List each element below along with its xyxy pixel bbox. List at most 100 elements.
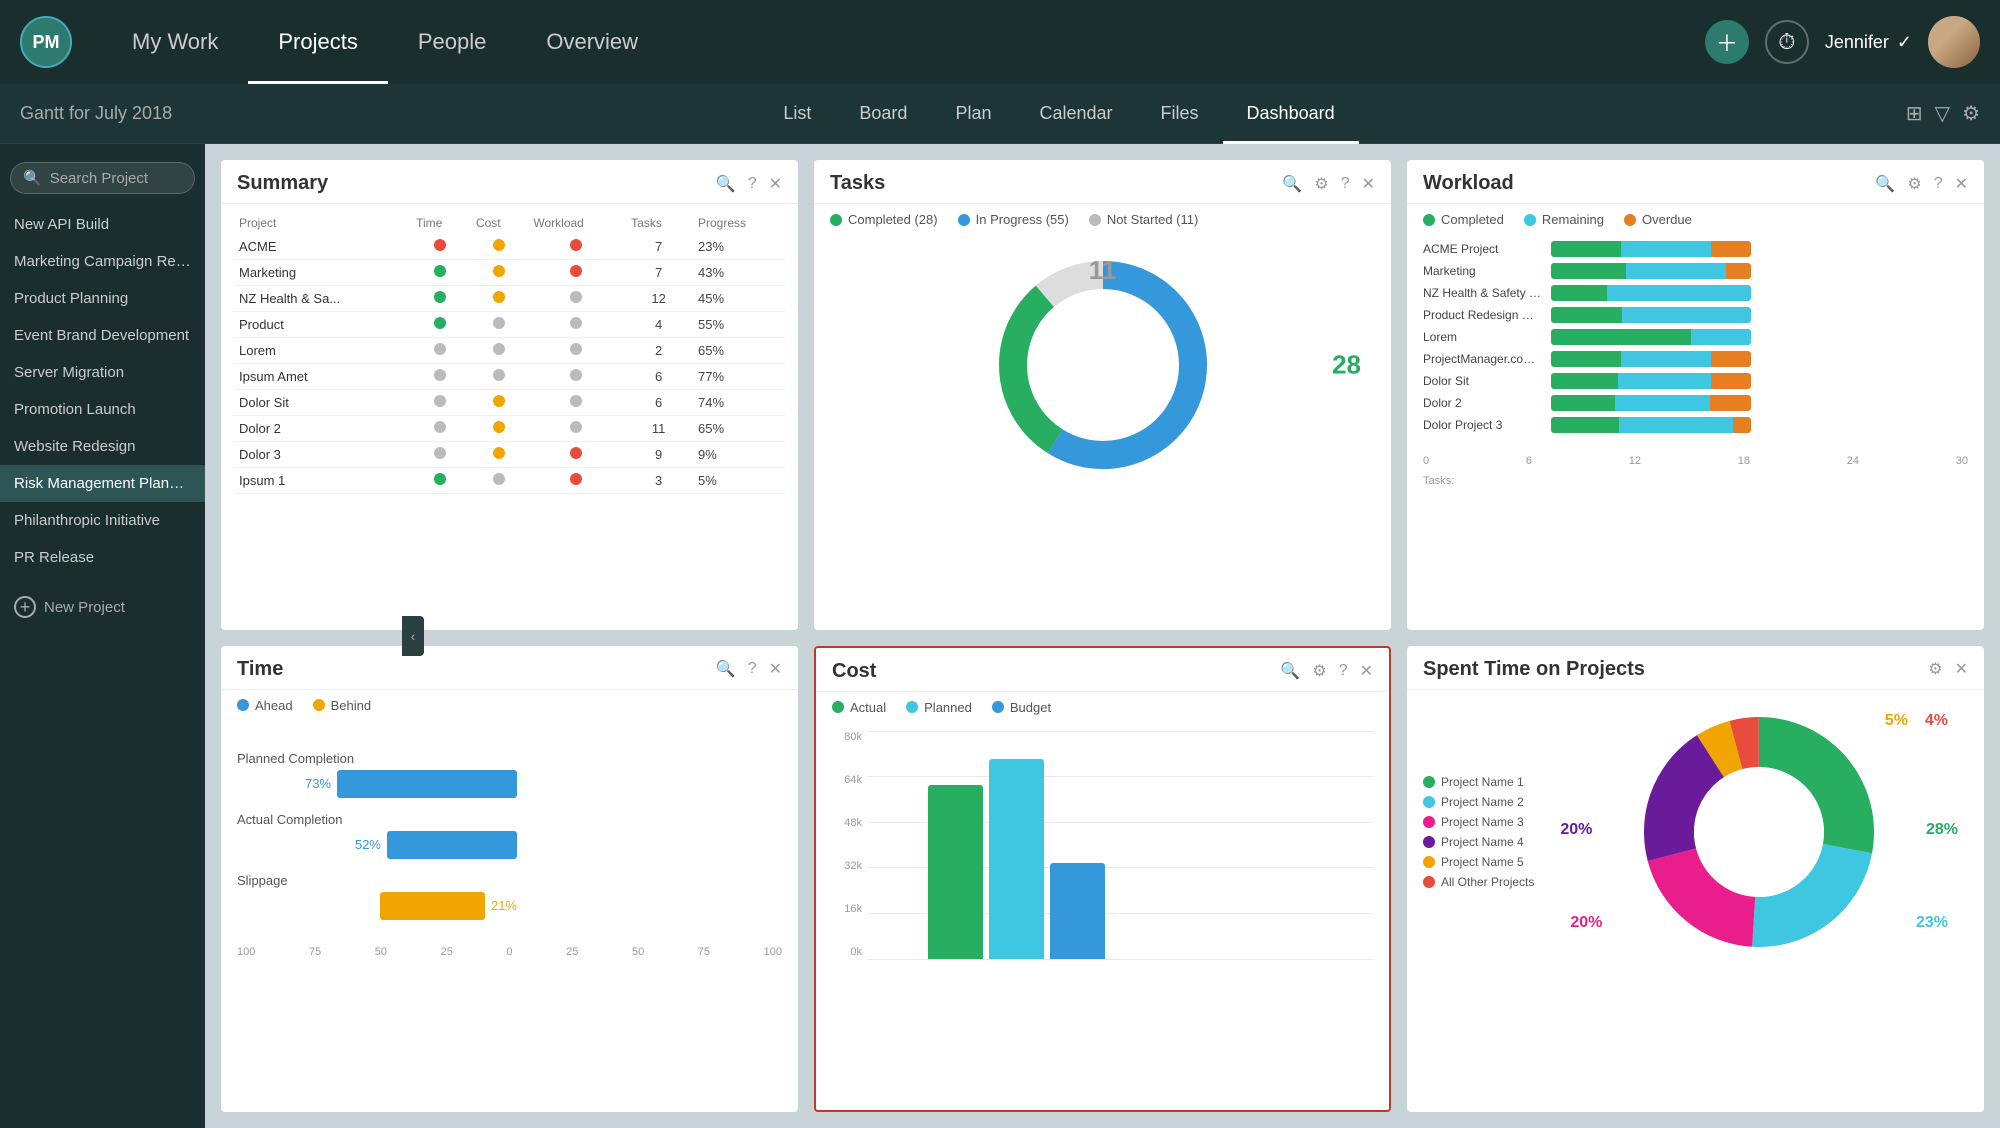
time-help-icon[interactable]: ? (748, 660, 757, 678)
cost-settings-icon[interactable]: ⚙ (1312, 661, 1326, 681)
col-cost: Cost (470, 212, 527, 234)
workload-x-axis: 0612182430 (1407, 451, 1984, 471)
summary-help-icon[interactable]: ? (748, 175, 757, 193)
sidebar-item-new-api[interactable]: New API Build (0, 206, 205, 243)
spent-settings-icon[interactable]: ⚙ (1928, 659, 1942, 679)
time-row-planned: Planned Completion 73% (237, 751, 782, 798)
tasks-settings-icon[interactable]: ⚙ (1314, 174, 1328, 194)
summary-close-icon[interactable]: ✕ (769, 174, 782, 194)
workload-row: Marketing (1423, 263, 1968, 279)
dashboard-content: Summary 🔍 ? ✕ Project Time Cost Workload… (205, 144, 2000, 1128)
sidebar-item-pr-release[interactable]: PR Release (0, 539, 205, 576)
cost-close-icon[interactable]: ✕ (1360, 661, 1373, 681)
nav-projects[interactable]: Projects (248, 0, 387, 84)
pct-5: 5% (1885, 712, 1908, 730)
workload-search-icon[interactable]: 🔍 (1875, 174, 1895, 194)
sidebar-item-product-planning[interactable]: Product Planning (0, 280, 205, 317)
table-row: Product 4 55% (233, 312, 786, 338)
spent-close-icon[interactable]: ✕ (1955, 659, 1968, 679)
summary-search-icon[interactable]: 🔍 (716, 174, 736, 194)
sidebar-item-event-brand[interactable]: Event Brand Development (0, 317, 205, 354)
pct-20-purple: 20% (1560, 821, 1592, 839)
table-row: ACME 7 23% (233, 234, 786, 260)
table-row: Ipsum 1 3 5% (233, 468, 786, 494)
grid-icon[interactable]: ⊞ (1906, 101, 1923, 126)
cost-legend: Actual Planned Budget (816, 692, 1389, 723)
nav-right: ＋ ⏱ Jennifer ✓ (1705, 16, 1980, 68)
sidebar-item-philanthropic[interactable]: Philanthropic Initiative (0, 502, 205, 539)
add-button[interactable]: ＋ (1705, 20, 1749, 64)
workload-row: Dolor 2 (1423, 395, 1968, 411)
nav-links: My Work Projects People Overview (102, 0, 668, 84)
tasks-legend: Completed (28) In Progress (55) Not Star… (814, 204, 1391, 235)
spl-5-dot (1423, 856, 1435, 868)
spent-time-header: Spent Time on Projects ⚙ ✕ (1407, 646, 1984, 690)
col-tasks: Tasks (625, 212, 692, 234)
workload-help-icon[interactable]: ? (1934, 175, 1943, 193)
not-started-count: 11 (1089, 255, 1117, 286)
sidebar-item-server-migration[interactable]: Server Migration (0, 354, 205, 391)
nav-my-work[interactable]: My Work (102, 0, 248, 84)
donut-inner (1694, 767, 1824, 897)
cost-chart: 80k64k48k32k16k0k (816, 723, 1389, 983)
tab-dashboard[interactable]: Dashboard (1223, 84, 1359, 144)
main-layout: 🔍 Search Project New API Build Marketing… (0, 144, 2000, 1128)
sub-nav-right: ⊞ ▽ ⚙ (1906, 101, 1980, 126)
in-progress-count: 55 (1088, 444, 1117, 475)
tab-calendar[interactable]: Calendar (1015, 84, 1136, 144)
settings-icon[interactable]: ⚙ (1962, 101, 1980, 126)
workload-row: ProjectManager.com ... (1423, 351, 1968, 367)
workload-close-icon[interactable]: ✕ (1955, 174, 1968, 194)
pct-28: 28% (1926, 821, 1958, 839)
sidebar-item-promotion-launch[interactable]: Promotion Launch (0, 391, 205, 428)
cost-bars (928, 759, 1105, 959)
time-row-actual: Actual Completion 52% (237, 812, 782, 859)
spl-4-dot (1423, 836, 1435, 848)
sub-nav-links: List Board Plan Calendar Files Dashboard (759, 84, 1358, 144)
search-project-input[interactable]: 🔍 Search Project (10, 162, 195, 194)
tasks-close-icon[interactable]: ✕ (1362, 174, 1375, 194)
new-project-button[interactable]: + New Project (0, 584, 205, 630)
spl-3-dot (1423, 816, 1435, 828)
sidebar-item-risk-management[interactable]: Risk Management Planning (0, 465, 205, 502)
tasks-search-icon[interactable]: 🔍 (1282, 174, 1302, 194)
sidebar-item-marketing-campaign[interactable]: Marketing Campaign Release (0, 243, 205, 280)
tab-board[interactable]: Board (835, 84, 931, 144)
sidebar-collapse-button[interactable]: ‹ (402, 616, 424, 656)
time-close-icon[interactable]: ✕ (769, 659, 782, 679)
cost-actual-bar (928, 785, 983, 959)
cost-search-icon[interactable]: 🔍 (1280, 661, 1300, 681)
nav-overview[interactable]: Overview (516, 0, 668, 84)
col-project: Project (233, 212, 410, 234)
timer-button[interactable]: ⏱ (1765, 20, 1809, 64)
legend-in-progress: In Progress (55) (958, 212, 1069, 227)
workload-settings-icon[interactable]: ⚙ (1907, 174, 1921, 194)
tab-plan[interactable]: Plan (931, 84, 1015, 144)
sidebar-item-website-redesign[interactable]: Website Redesign (0, 428, 205, 465)
table-row: NZ Health & Sa... 12 45% (233, 286, 786, 312)
legend-completed: Completed (28) (830, 212, 938, 227)
tab-list[interactable]: List (759, 84, 835, 144)
cost-grid (868, 731, 1373, 959)
tasks-help-icon[interactable]: ? (1341, 175, 1350, 193)
legend-not-started: Not Started (11) (1089, 212, 1199, 227)
logo[interactable]: PM (20, 16, 72, 68)
table-row: Dolor 3 9 9% (233, 442, 786, 468)
spent-time-legend: Project Name 1 Project Name 2 Project Na… (1423, 769, 1534, 895)
time-search-icon[interactable]: 🔍 (716, 659, 736, 679)
avatar[interactable] (1928, 16, 1980, 68)
cost-help-icon[interactable]: ? (1339, 662, 1348, 680)
pct-4: 4% (1925, 712, 1948, 730)
filter-icon[interactable]: ▽ (1935, 101, 1950, 126)
spent-time-body: Project Name 1 Project Name 2 Project Na… (1407, 690, 1984, 974)
tasks-title: Tasks (830, 172, 1270, 195)
not-started-dot (1089, 214, 1101, 226)
tasks-donut-container: 11 55 28 (814, 235, 1391, 495)
nav-people[interactable]: People (388, 0, 517, 84)
table-row: Lorem 2 65% (233, 338, 786, 364)
workload-rows: ACME Project Marketing NZ Health & Safet… (1407, 235, 1984, 447)
spent-time-title: Spent Time on Projects (1423, 658, 1916, 681)
actual-bar (387, 831, 517, 859)
tab-files[interactable]: Files (1137, 84, 1223, 144)
summary-title: Summary (237, 172, 704, 195)
